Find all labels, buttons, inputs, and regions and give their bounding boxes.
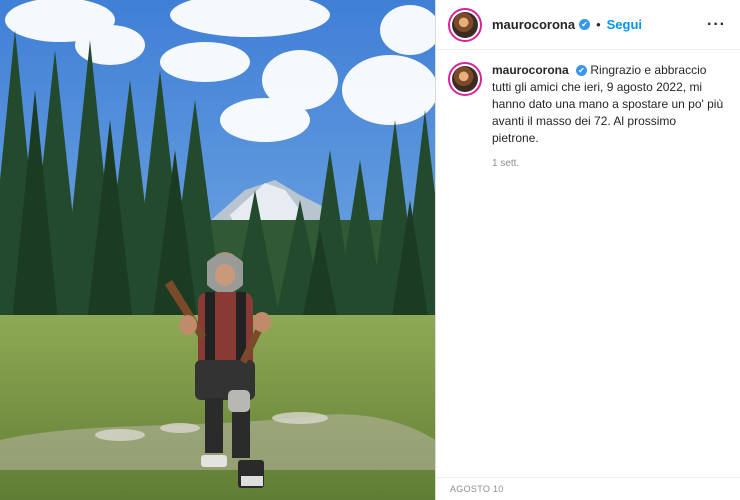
more-options-icon[interactable]: ··· (707, 16, 726, 34)
avatar-image (452, 66, 478, 92)
avatar-image (452, 11, 478, 38)
caption-avatar[interactable] (448, 62, 482, 96)
mountain-meadow-photo (0, 0, 435, 500)
author-avatar[interactable] (448, 7, 482, 42)
post-side-panel: maurocorona ✔ • Segui ··· maurocorona ✔ … (435, 0, 740, 500)
caption-block: maurocorona ✔ Ringrazio e abbraccio tutt… (436, 50, 740, 172)
post-photo[interactable] (0, 0, 435, 500)
verified-badge-icon: ✔ (579, 19, 591, 30)
follow-button[interactable]: Segui (607, 17, 642, 32)
author-username[interactable]: maurocorona (492, 17, 575, 32)
caption-body: maurocorona ✔ Ringrazio e abbraccio tutt… (492, 62, 726, 172)
relative-time[interactable]: 1 sett. (492, 155, 726, 172)
post-footer: AGOSTO 10 (436, 477, 740, 500)
separator-dot: • (596, 17, 601, 32)
post-header: maurocorona ✔ • Segui ··· (436, 0, 740, 50)
caption-username[interactable]: maurocorona (492, 63, 569, 77)
instagram-post: maurocorona ✔ • Segui ··· maurocorona ✔ … (0, 0, 740, 500)
post-date[interactable]: AGOSTO 10 (450, 484, 504, 494)
verified-badge-icon: ✔ (576, 65, 588, 77)
